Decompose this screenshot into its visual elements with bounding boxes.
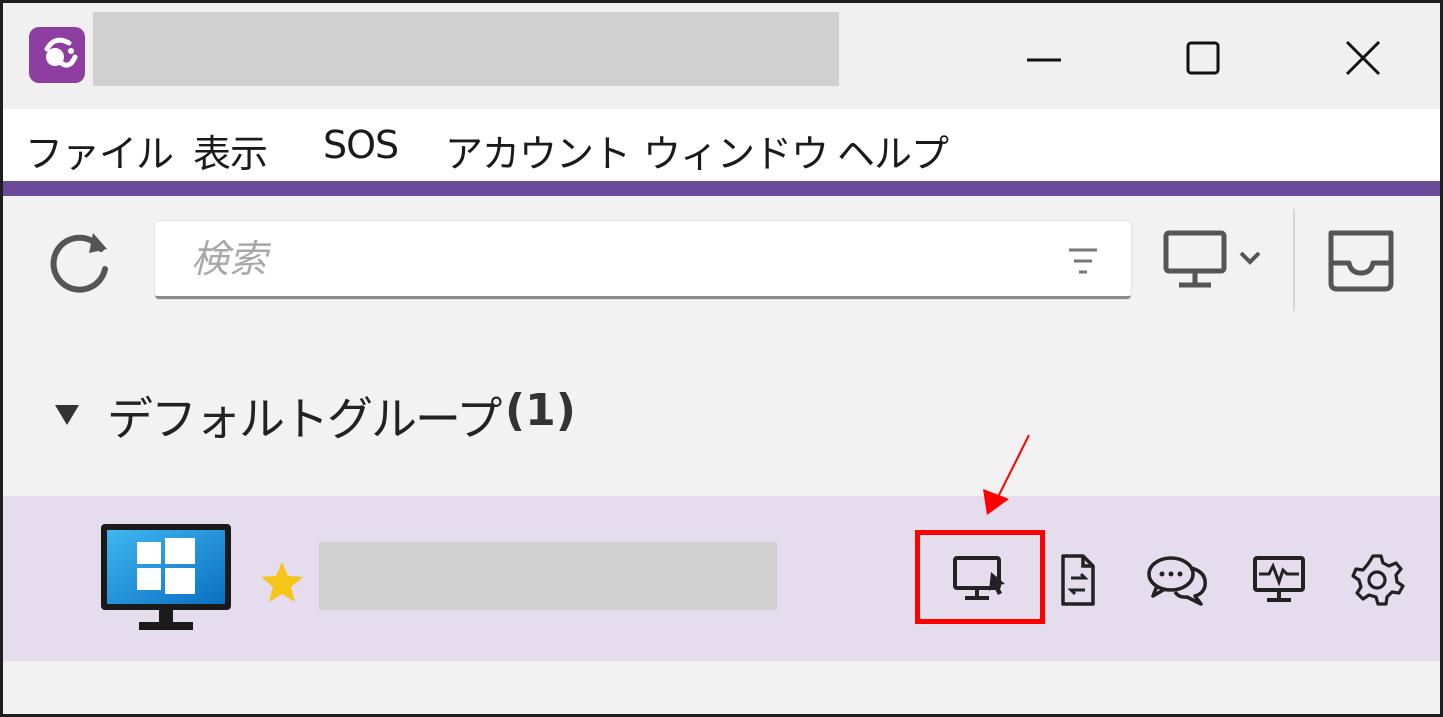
device-type-dropdown[interactable] (1161, 227, 1271, 293)
app-window: ファイル 表示 SOS アカウント ウィンドウ ヘルプ 検索 デフォルトグループ… (0, 0, 1443, 717)
maximize-button[interactable] (1173, 28, 1233, 88)
settings-icon (1351, 554, 1405, 606)
window-title (93, 12, 839, 86)
refresh-icon (50, 233, 108, 293)
empty-list-area (3, 661, 1440, 714)
title-bar (3, 3, 1440, 109)
inbox-icon (1328, 230, 1394, 292)
toolbar-divider (1293, 209, 1295, 311)
group-count: (1) (505, 385, 576, 436)
device-row[interactable] (3, 496, 1440, 661)
expand-caret-icon[interactable] (53, 403, 81, 427)
menu-bar: ファイル 表示 SOS アカウント ウィンドウ ヘルプ (3, 109, 1440, 181)
app-logo-icon (29, 27, 85, 83)
filter-button[interactable] (1063, 241, 1103, 281)
annotation-arrow-icon (983, 434, 1030, 515)
maximize-icon (1186, 41, 1220, 75)
search-input[interactable] (191, 231, 1051, 287)
file-transfer-button[interactable] (1047, 552, 1111, 608)
file-transfer-icon (1061, 554, 1095, 606)
close-button[interactable] (1333, 28, 1393, 88)
favorite-star-icon[interactable] (259, 560, 305, 604)
settings-button[interactable] (1345, 552, 1409, 608)
menu-help[interactable]: ヘルプ (837, 123, 949, 178)
chat-icon (1147, 556, 1207, 606)
search-box (155, 221, 1131, 299)
group-name: デフォルトグループ (107, 392, 502, 446)
menu-account[interactable]: アカウント (445, 123, 631, 178)
device-name (319, 542, 777, 610)
remote-control-button[interactable] (949, 552, 1013, 608)
chat-button[interactable] (1145, 552, 1209, 608)
menu-sos[interactable]: SOS (323, 123, 399, 167)
minimize-button[interactable] (1015, 28, 1075, 88)
menu-file[interactable]: ファイル (25, 123, 174, 178)
monitoring-icon (1253, 556, 1305, 602)
menu-view[interactable]: 表示 (193, 123, 268, 178)
close-icon (1345, 40, 1381, 76)
menu-window[interactable]: ウィンドウ (643, 123, 829, 178)
inbox-button[interactable] (1321, 225, 1401, 295)
remote-control-icon (953, 556, 1005, 600)
minimize-icon (1027, 58, 1061, 62)
refresh-button[interactable] (45, 225, 117, 297)
monitoring-button[interactable] (1247, 552, 1311, 608)
filter-icon (1069, 248, 1097, 274)
windows-icon (101, 524, 231, 630)
monitor-dropdown-icon (1163, 230, 1261, 288)
accent-divider (3, 181, 1440, 196)
